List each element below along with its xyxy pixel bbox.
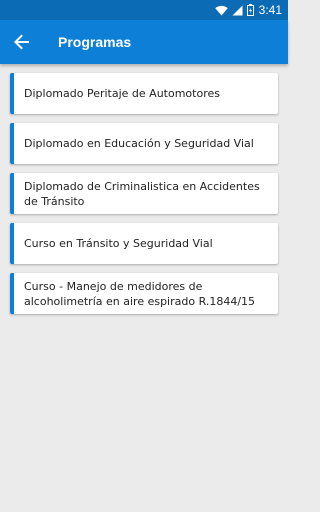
wifi-icon — [214, 5, 228, 16]
page-title: Programas — [58, 34, 132, 50]
app-bar: Programas — [0, 20, 288, 64]
program-item-criminalistica-accidentes[interactable]: Diplomado de Criminalistica en Accidente… — [10, 173, 278, 214]
program-item-label: Diplomado de Criminalistica en Accidente… — [24, 179, 260, 208]
battery-icon — [246, 4, 254, 16]
back-button[interactable] — [0, 20, 44, 64]
program-item-label: Diplomado en Educación y Seguridad Vial — [24, 137, 254, 150]
status-time: 3:41 — [258, 3, 282, 17]
program-item-alcoholimetria[interactable]: Curso - Manejo de medidores de alcoholim… — [10, 273, 278, 314]
program-item-label: Curso - Manejo de medidores de alcoholim… — [24, 279, 256, 308]
program-item-peritaje-automotores[interactable]: Diplomado Peritaje de Automotores — [10, 73, 278, 114]
signal-icon — [232, 5, 243, 16]
program-item-educacion-seguridad-vial[interactable]: Diplomado en Educación y Seguridad Vial — [10, 123, 278, 164]
program-item-label: Diplomado Peritaje de Automotores — [24, 87, 220, 100]
program-list: Diplomado Peritaje de Automotores Diplom… — [10, 73, 278, 323]
status-bar: 3:41 — [0, 0, 288, 20]
program-item-label: Curso en Tránsito y Seguridad Vial — [24, 237, 213, 250]
program-item-transito-seguridad-vial[interactable]: Curso en Tránsito y Seguridad Vial — [10, 223, 278, 264]
arrow-left-icon — [14, 34, 30, 50]
